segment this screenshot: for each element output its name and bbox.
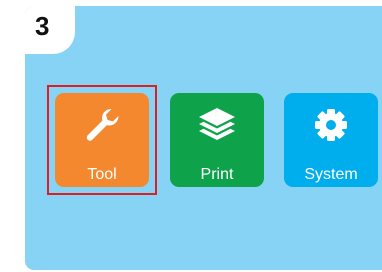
tool-button[interactable]: Tool [55, 93, 149, 187]
gear-icon [284, 105, 378, 145]
step-number: 3 [35, 11, 50, 41]
system-button[interactable]: System [284, 93, 378, 187]
print-label: Print [200, 166, 234, 183]
print-button[interactable]: Print [170, 93, 264, 187]
tool-label: Tool [87, 166, 117, 183]
touchscreen-panel: 3 Tool Print System [25, 6, 382, 270]
wrench-icon [55, 105, 149, 145]
layers-icon [170, 105, 264, 145]
system-label: System [304, 166, 358, 183]
step-number-badge: 3 [25, 6, 75, 54]
